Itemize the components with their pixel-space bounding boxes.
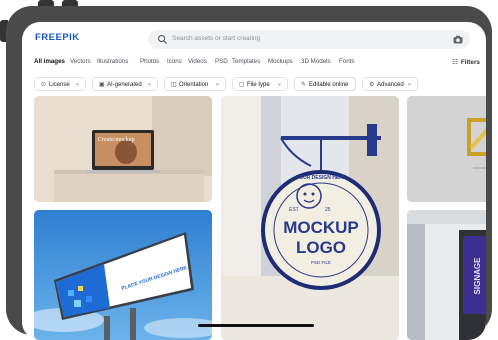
chevron-down-icon: ⌄	[146, 81, 152, 87]
laptop-screen-text: Create/mockup	[98, 137, 135, 143]
orientation-icon: ◫	[171, 82, 177, 88]
sign-sub: PSD FILE	[311, 260, 331, 265]
chip-editable-online[interactable]: ✎ Editable online	[294, 77, 356, 91]
gold-logo-mockup-image[interactable]	[407, 96, 486, 202]
top-bar: FREEPIK Search assets or start creating	[22, 22, 486, 56]
tab-fonts[interactable]: Fonts	[339, 58, 354, 65]
file-icon: ▢	[239, 82, 245, 88]
filters-label: Filters	[460, 59, 480, 66]
sliders-icon: ☷	[452, 59, 458, 66]
chip-label: File type	[247, 82, 270, 88]
screen: FREEPIK Search assets or start creating …	[22, 22, 486, 340]
camera-icon[interactable]	[453, 35, 463, 44]
chip-label: License	[49, 82, 70, 88]
tab-vectors[interactable]: Vectors	[70, 58, 91, 65]
gold-logo-illustration	[407, 96, 486, 202]
search-bar[interactable]: Search assets or start creating	[148, 30, 470, 49]
billboard-mockup-image[interactable]: PLACE YOUR DESIGN HERE	[34, 210, 212, 340]
chip-label: Editable online	[309, 82, 349, 88]
chip-label: Advanced	[377, 82, 404, 88]
sign-title-1: MOCKUP	[283, 218, 359, 237]
chip-label: AI-generated	[107, 82, 142, 88]
gear-icon: ⚙	[369, 82, 375, 88]
laptop-mockup-image[interactable]: Create/mockup	[34, 96, 212, 202]
chevron-down-icon: ⌄	[74, 81, 80, 87]
chip-file-type[interactable]: ▢ File type ⌄	[232, 77, 288, 91]
billboard-illustration: PLACE YOUR DESIGN HERE	[34, 210, 212, 340]
chevron-down-icon: ⌄	[214, 81, 220, 87]
search-placeholder[interactable]: Search assets or start creating	[172, 35, 260, 42]
category-tabs: All images Vectors Illustrations Photos …	[34, 58, 484, 72]
chip-license[interactable]: ⊙ License ⌄	[34, 77, 86, 91]
chip-ai-generated[interactable]: ▣ AI-generated ⌄	[92, 77, 158, 91]
tab-psd[interactable]: PSD	[215, 58, 228, 65]
tab-videos[interactable]: Videos	[188, 58, 207, 65]
edit-icon: ✎	[301, 82, 307, 88]
tab-mockups[interactable]: Mockups	[268, 58, 293, 65]
tab-templates[interactable]: Templates	[232, 58, 260, 65]
sign-year: 25	[325, 207, 331, 213]
chip-orientation[interactable]: ◫ Orientation ⌄	[164, 77, 226, 91]
sign-top-text: YOUR DESIGN HERE	[296, 175, 347, 181]
tab-3d-models[interactable]: 3D Models	[301, 58, 331, 65]
license-icon: ⊙	[41, 82, 47, 88]
filters-button[interactable]: ☷ Filters	[452, 58, 480, 66]
search-icon	[158, 35, 168, 45]
chevron-down-icon: ⌄	[406, 81, 412, 87]
sign-est: EST	[289, 207, 299, 213]
chevron-down-icon: ⌄	[276, 81, 282, 87]
tab-illustrations[interactable]: Illustrations	[97, 58, 128, 65]
sign-title-2: LOGO	[296, 238, 346, 257]
tab-icons[interactable]: Icons	[167, 58, 182, 65]
signage-mockup-image[interactable]: SIGNAGE	[407, 210, 486, 340]
filter-chips: ⊙ License ⌄ ▣ AI-generated ⌄ ◫ Orientation ⌄ ▢…	[34, 77, 484, 92]
chip-advanced[interactable]: ⚙ Advanced ⌄	[362, 77, 418, 91]
signage-text: SIGNAGE	[473, 257, 482, 295]
tablet-frame: FREEPIK Search assets or start creating …	[6, 6, 492, 340]
freepik-logo[interactable]: FREEPIK	[35, 32, 80, 43]
sign-mockup-illustration: YOUR DESIGN HERE EST 25 MOCKUP LOGO PSD …	[221, 96, 399, 340]
tab-all-images[interactable]: All images	[34, 58, 65, 65]
ai-icon: ▣	[99, 82, 105, 88]
tab-photos[interactable]: Photos	[140, 58, 159, 65]
round-sign-mockup-image[interactable]: YOUR DESIGN HERE EST 25 MOCKUP LOGO PSD …	[221, 96, 399, 340]
chip-label: Orientation	[179, 82, 209, 88]
home-indicator[interactable]	[198, 324, 314, 327]
signage-illustration: SIGNAGE	[407, 210, 486, 340]
laptop-mockup-illustration: Create/mockup	[34, 96, 212, 202]
